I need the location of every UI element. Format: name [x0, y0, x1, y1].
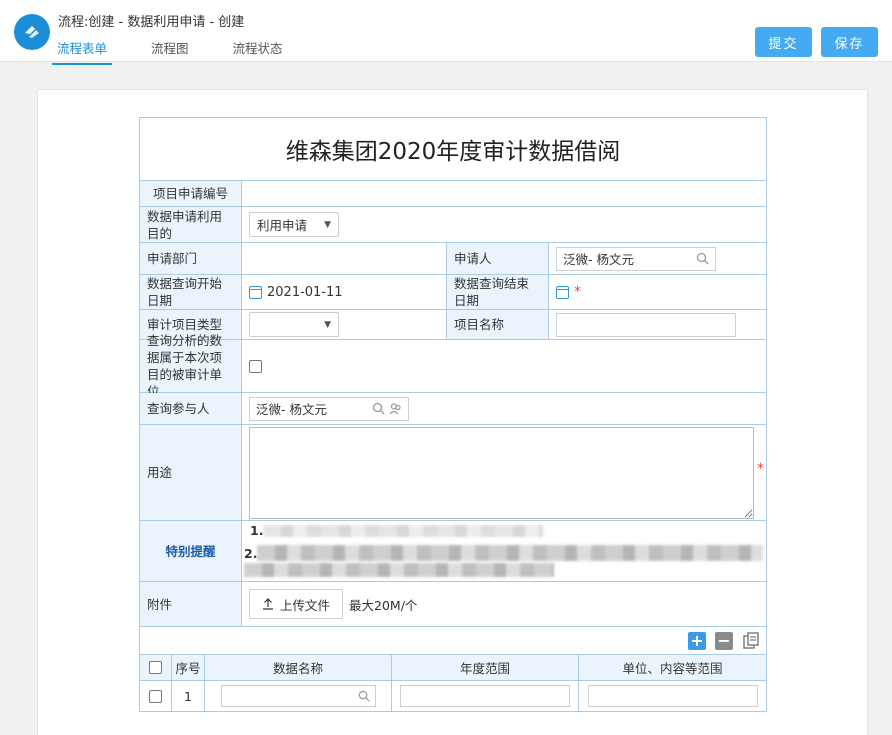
- select-all-checkbox[interactable]: [149, 661, 162, 674]
- upload-limit: 最大20M/个: [349, 597, 418, 613]
- select-all-cell: [140, 655, 172, 680]
- participants-value: 泛微- 杨文元: [256, 402, 327, 417]
- reminder-item-2: 2.: [244, 545, 258, 561]
- chevron-down-icon: ▼: [324, 219, 331, 230]
- remove-row-icon[interactable]: −: [715, 631, 733, 650]
- purpose-select-value: 利用申请: [257, 218, 308, 233]
- end-date-label: 数据查询结束日期: [446, 275, 549, 309]
- row-dates: 数据查询开始日期 2021-01-11 数据查询结束日期 *: [140, 275, 766, 310]
- row-project-no: 项目申请编号: [140, 181, 766, 207]
- start-date-label: 数据查询开始日期: [140, 275, 242, 309]
- calendar-icon[interactable]: [249, 285, 262, 299]
- redacted-text: [257, 545, 764, 561]
- search-icon[interactable]: [372, 402, 385, 415]
- data-name-input[interactable]: [220, 685, 376, 707]
- row-checkbox[interactable]: [149, 689, 162, 703]
- search-icon[interactable]: [696, 252, 709, 265]
- reminder-label: 特别提醒: [140, 521, 242, 581]
- detail-toolbar: + −: [140, 627, 766, 655]
- year-range-cell: [392, 681, 579, 711]
- chevron-down-icon: ▼: [324, 319, 331, 330]
- project-no-value: [242, 181, 766, 206]
- form-title: 维森集团2020年度审计数据借阅: [140, 118, 766, 181]
- tab-flowchart[interactable]: 流程图: [146, 38, 194, 65]
- column-header: 单位、内容等范围: [622, 661, 723, 676]
- start-date-field[interactable]: 2021-01-11: [242, 275, 446, 309]
- redacted-text: [244, 563, 554, 577]
- audit-type-select[interactable]: ▼: [249, 312, 339, 337]
- search-icon[interactable]: [358, 690, 370, 702]
- save-button[interactable]: 保存: [821, 27, 878, 57]
- project-name-label: 项目名称: [446, 310, 549, 339]
- reminder-content: 1. 2.: [242, 521, 766, 581]
- tab-form[interactable]: 流程表单: [52, 38, 113, 65]
- audited-unit-label: 查询分析的数据属于本次项目的被审计单位: [140, 333, 242, 399]
- project-name-input[interactable]: [556, 312, 736, 337]
- add-row-icon[interactable]: +: [688, 631, 706, 650]
- participants-input[interactable]: 泛微- 杨文元: [249, 396, 409, 421]
- required-mark: *: [757, 461, 764, 477]
- row-reminder: 特别提醒 1. 2.: [140, 521, 766, 582]
- column-header: 数据名称: [205, 655, 392, 680]
- reminder-item-1: 1.: [250, 523, 264, 538]
- user-group-icon[interactable]: [389, 402, 402, 415]
- tab-status[interactable]: 流程状态: [228, 38, 288, 65]
- audited-unit-checkbox[interactable]: [249, 359, 262, 373]
- data-name-cell: [205, 681, 392, 711]
- scope-input[interactable]: [587, 685, 758, 707]
- applicant-value: 泛微- 杨文元: [563, 252, 634, 267]
- purpose-select[interactable]: 利用申请 ▼: [249, 212, 339, 237]
- start-date-value: 2021-01-11: [267, 284, 343, 300]
- page-title: 流程:创建 - 数据利用申请 - 创建: [58, 15, 245, 30]
- row-attachment: 附件 上传文件 最大20M/个: [140, 582, 766, 627]
- request-form: 维森集团2020年度审计数据借阅 项目申请编号 数据申请利用目的 利用申请 ▼ …: [139, 117, 767, 712]
- purpose-label: 数据申请利用目的: [140, 207, 242, 242]
- usage-textarea[interactable]: [249, 426, 754, 519]
- copy-row-icon[interactable]: [742, 631, 760, 650]
- row-department: 申请部门 申请人 泛微- 杨文元: [140, 243, 766, 275]
- row-select-cell: [140, 681, 172, 711]
- table-row: 1: [140, 681, 766, 711]
- detail-table-header: 序号 数据名称 年度范围 单位、内容等范围: [140, 655, 766, 681]
- participants-label: 查询参与人: [140, 393, 242, 424]
- row-usage: 用途 *: [140, 425, 766, 521]
- required-mark: *: [574, 284, 581, 300]
- top-bar: 流程:创建 - 数据利用申请 - 创建 流程表单 流程图 流程状态 提交 保存: [0, 0, 892, 65]
- applicant-input[interactable]: 泛微- 杨文元: [556, 246, 716, 271]
- department-value: [242, 243, 446, 274]
- upload-label: 上传文件: [280, 597, 331, 613]
- project-no-label: 项目申请编号: [140, 181, 242, 206]
- submit-button[interactable]: 提交: [755, 27, 812, 57]
- department-label: 申请部门: [140, 243, 242, 274]
- end-date-field[interactable]: *: [549, 275, 766, 309]
- applicant-label: 申请人: [446, 243, 549, 274]
- row-index: 1: [172, 681, 205, 711]
- calendar-icon[interactable]: [556, 285, 569, 299]
- row-participants: 查询参与人 泛微- 杨文元: [140, 393, 766, 425]
- upload-icon: [263, 598, 273, 610]
- row-purpose: 数据申请利用目的 利用申请 ▼: [140, 207, 766, 243]
- usage-label: 用途: [140, 425, 242, 520]
- tab-bar: 流程表单 流程图 流程状态: [52, 38, 322, 65]
- redacted-text: [263, 524, 544, 537]
- app-logo-icon: [14, 14, 50, 50]
- year-range-input[interactable]: [400, 685, 570, 707]
- column-header: 年度范围: [392, 655, 579, 680]
- column-header: 序号: [172, 655, 205, 680]
- scope-cell: [579, 681, 766, 711]
- row-audited-unit: 查询分析的数据属于本次项目的被审计单位: [140, 333, 766, 399]
- upload-button[interactable]: 上传文件: [249, 589, 344, 619]
- attachment-label: 附件: [140, 582, 242, 626]
